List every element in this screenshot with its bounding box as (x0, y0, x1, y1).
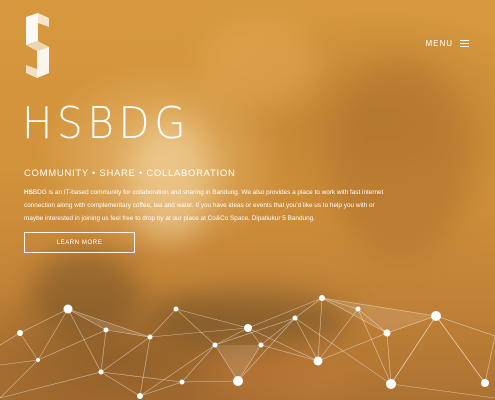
network-node (258, 342, 264, 348)
network-node (103, 327, 109, 333)
network-node (244, 324, 252, 332)
description-brand: HS (24, 189, 33, 196)
title-light: BDG (87, 98, 191, 149)
menu-button[interactable]: MENU (425, 39, 469, 48)
tagline: COMMUNITY • SHARE • COLLABORATION (24, 168, 236, 179)
network-node (386, 379, 396, 389)
network-node (137, 393, 143, 399)
network-node (36, 358, 40, 362)
network-node (173, 306, 179, 312)
network-node (355, 306, 361, 312)
hamburger-menu-icon (460, 40, 469, 47)
network-node (233, 376, 243, 386)
network-node (292, 315, 298, 321)
network-node (431, 311, 441, 321)
hsbdg-s-logo-icon[interactable] (24, 13, 51, 78)
title-bold: HS (22, 98, 88, 149)
network-node (179, 379, 185, 385)
network-node (212, 342, 218, 348)
description: HSBDG is an IT-based community for colla… (24, 186, 394, 225)
network-node (383, 329, 391, 337)
network-node (98, 369, 104, 375)
page-title: HSBDG (22, 102, 190, 146)
network-node (319, 295, 325, 301)
network-node (313, 356, 323, 366)
network-node (17, 330, 23, 336)
network-node (147, 334, 153, 340)
learn-more-button[interactable]: LEARN MORE (24, 232, 135, 253)
network-node (63, 304, 73, 314)
description-text: BDG is an IT-based community for collabo… (24, 189, 384, 222)
menu-label: MENU (425, 39, 453, 48)
network-node (481, 379, 489, 387)
